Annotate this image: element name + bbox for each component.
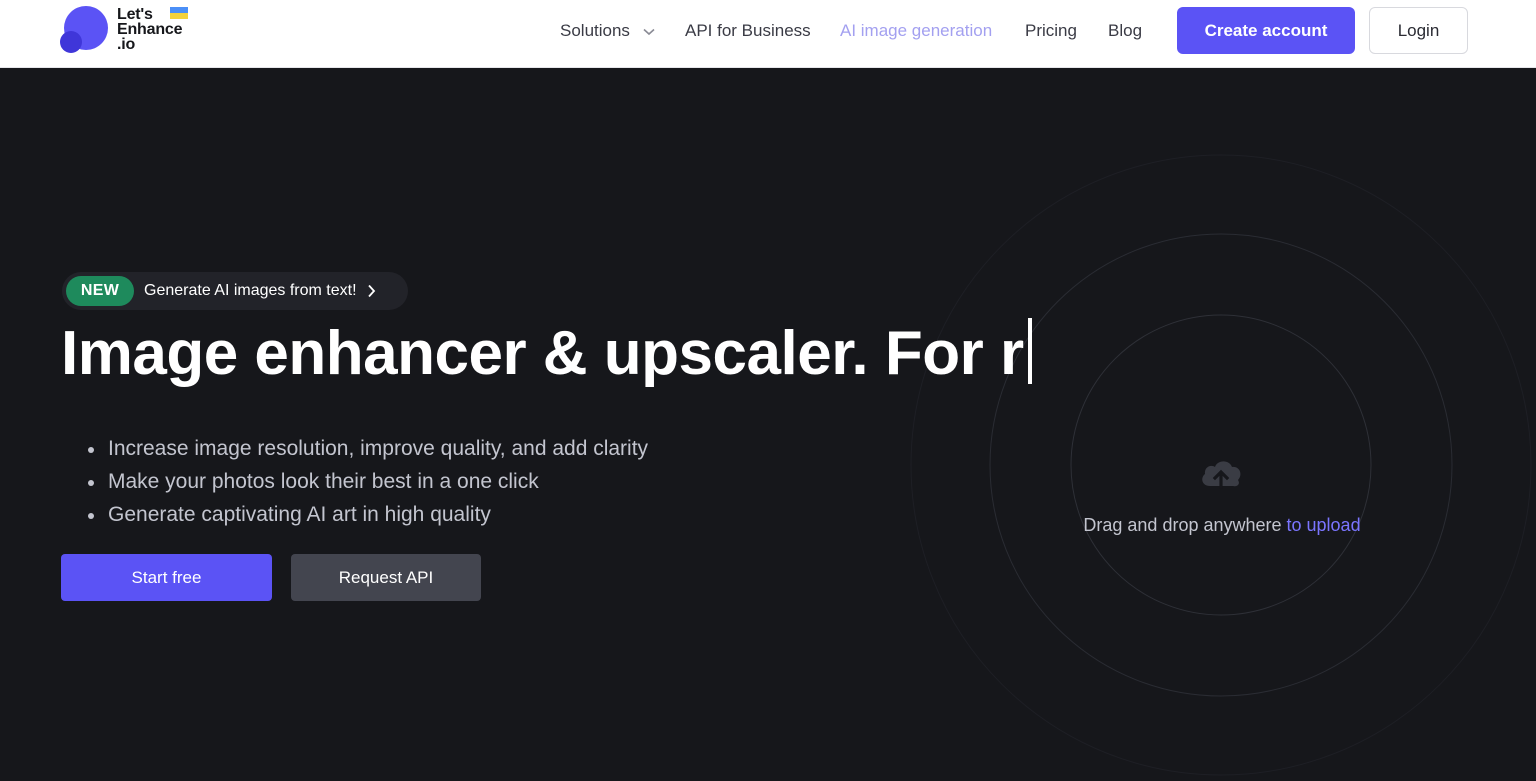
logo-line-2: Enhance xyxy=(117,21,183,38)
ukraine-flag-icon xyxy=(170,7,188,19)
nav-api-for-business[interactable]: API for Business xyxy=(685,21,811,41)
feature-item: Generate captivating AI art in high qual… xyxy=(88,500,648,533)
hero-section: NEW Generate AI images from text! Image … xyxy=(0,68,1536,781)
typing-caret xyxy=(1027,318,1032,384)
nav-solutions-label: Solutions xyxy=(560,21,630,40)
logo[interactable]: Let's Enhance .io xyxy=(60,6,200,56)
hero-headline: Image enhancer & upscaler. For r xyxy=(61,318,1032,389)
request-api-button[interactable]: Request API xyxy=(291,554,481,601)
new-feature-pill[interactable]: NEW Generate AI images from text! xyxy=(62,272,408,310)
nav-pricing[interactable]: Pricing xyxy=(1025,21,1077,41)
create-account-button[interactable]: Create account xyxy=(1177,7,1355,54)
chevron-down-icon xyxy=(643,28,655,35)
nav-ai-image-generation[interactable]: AI image generation xyxy=(840,21,992,41)
chevron-right-icon xyxy=(367,284,375,298)
hero-headline-text: Image enhancer & upscaler. For r xyxy=(61,319,1024,388)
upload-text: Drag and drop anywhere xyxy=(1083,515,1287,535)
feature-list: Increase image resolution, improve quali… xyxy=(88,434,648,533)
new-feature-text: Generate AI images from text! xyxy=(144,282,357,299)
nav-solutions[interactable]: Solutions xyxy=(560,21,655,41)
site-header: Let's Enhance .io Solutions API for Busi… xyxy=(0,0,1536,68)
feature-item: Increase image resolution, improve quali… xyxy=(88,434,648,467)
logo-mark-icon xyxy=(60,6,108,53)
upload-instructions: Drag and drop anywhere to upload xyxy=(1040,515,1404,536)
upload-link[interactable]: to upload xyxy=(1287,515,1361,535)
start-free-button[interactable]: Start free xyxy=(61,554,272,601)
nav-blog[interactable]: Blog xyxy=(1108,21,1142,41)
cloud-upload-icon xyxy=(1202,461,1241,489)
login-button[interactable]: Login xyxy=(1369,7,1468,54)
upload-dropzone[interactable]: Drag and drop anywhere to upload xyxy=(1040,448,1404,558)
logo-line-3: .io xyxy=(117,36,136,53)
feature-item: Make your photos look their best in a on… xyxy=(88,467,648,500)
new-badge: NEW xyxy=(66,276,134,306)
